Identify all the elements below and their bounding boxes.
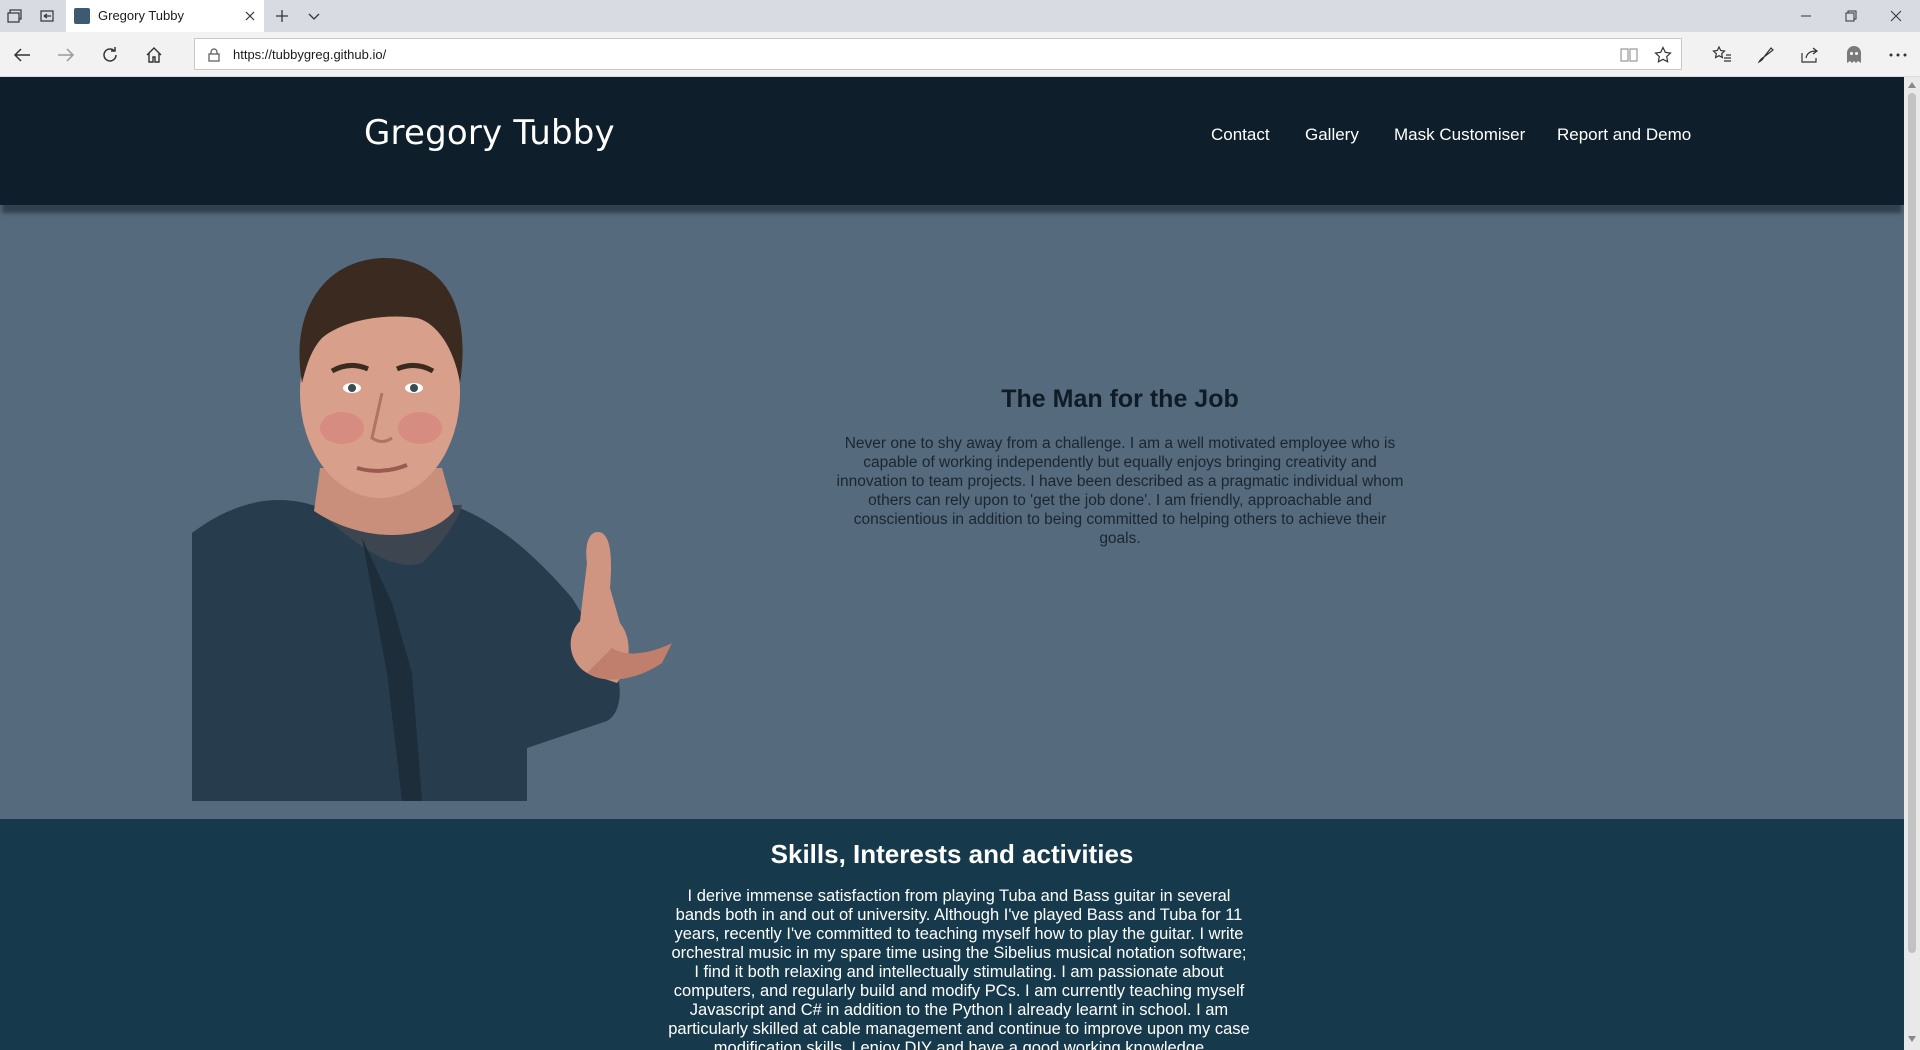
hero-paragraph: Never one to shy away from a challenge. … bbox=[836, 435, 1404, 547]
tab-actions-icon[interactable] bbox=[6, 7, 24, 25]
page-scrollbar[interactable] bbox=[1904, 77, 1920, 1050]
tab-title: Gregory Tubby bbox=[98, 8, 184, 23]
nav-report-and-demo[interactable]: Report and Demo bbox=[1557, 125, 1691, 145]
scroll-up-arrow-icon[interactable] bbox=[1907, 80, 1917, 90]
new-tab-icon[interactable] bbox=[273, 7, 291, 25]
web-note-pen-icon[interactable] bbox=[1754, 43, 1778, 67]
address-bar[interactable]: https://tubbygreg.github.io/ bbox=[194, 38, 1682, 70]
close-tab-icon[interactable] bbox=[242, 8, 258, 24]
active-tab[interactable]: Gregory Tubby bbox=[66, 0, 264, 32]
home-icon[interactable] bbox=[142, 43, 166, 67]
nav-contact[interactable]: Contact bbox=[1211, 125, 1270, 145]
browser-tab-bar: Gregory Tubby bbox=[0, 0, 1920, 32]
browser-toolbar: https://tubbygreg.github.io/ bbox=[0, 32, 1920, 77]
scrollbar-thumb[interactable] bbox=[1908, 93, 1916, 953]
scroll-down-arrow-icon[interactable] bbox=[1907, 1034, 1917, 1044]
tab-preview-chevron-down-icon[interactable] bbox=[305, 7, 323, 25]
hero-title: The Man for the Job bbox=[1001, 385, 1239, 413]
web-page: Gregory Tubby Contact Gallery Mask Custo… bbox=[0, 77, 1904, 1050]
url-text[interactable]: https://tubbygreg.github.io/ bbox=[233, 47, 386, 62]
favorite-star-icon[interactable] bbox=[1653, 45, 1673, 65]
skills-section: Skills, Interests and activities I deriv… bbox=[0, 819, 1904, 1050]
extension-ghost-icon[interactable] bbox=[1842, 43, 1866, 67]
refresh-icon[interactable] bbox=[98, 43, 122, 67]
portrait-photo bbox=[192, 257, 672, 801]
share-icon[interactable] bbox=[1798, 43, 1822, 67]
favorites-hub-icon[interactable] bbox=[1710, 43, 1734, 67]
close-window-icon[interactable] bbox=[1876, 4, 1916, 28]
site-favicon-icon bbox=[74, 8, 90, 24]
skills-paragraph: I derive immense satisfaction from playi… bbox=[668, 887, 1250, 1050]
hero-section: The Man for the Job Never one to shy awa… bbox=[0, 205, 1904, 871]
minimize-icon[interactable] bbox=[1786, 4, 1826, 28]
restore-icon[interactable] bbox=[1831, 4, 1871, 28]
more-options-icon[interactable] bbox=[1886, 43, 1910, 67]
forward-icon[interactable] bbox=[54, 43, 78, 67]
set-aside-tabs-icon[interactable] bbox=[38, 7, 56, 25]
nav-mask-customiser[interactable]: Mask Customiser bbox=[1394, 125, 1525, 145]
lock-icon[interactable] bbox=[207, 47, 221, 63]
site-brand[interactable]: Gregory Tubby bbox=[364, 113, 615, 153]
reading-view-icon[interactable] bbox=[1619, 45, 1639, 65]
nav-gallery[interactable]: Gallery bbox=[1305, 125, 1359, 145]
back-icon[interactable] bbox=[10, 43, 34, 67]
skills-title: Skills, Interests and activities bbox=[770, 839, 1134, 869]
site-header: Gregory Tubby Contact Gallery Mask Custo… bbox=[0, 77, 1904, 205]
